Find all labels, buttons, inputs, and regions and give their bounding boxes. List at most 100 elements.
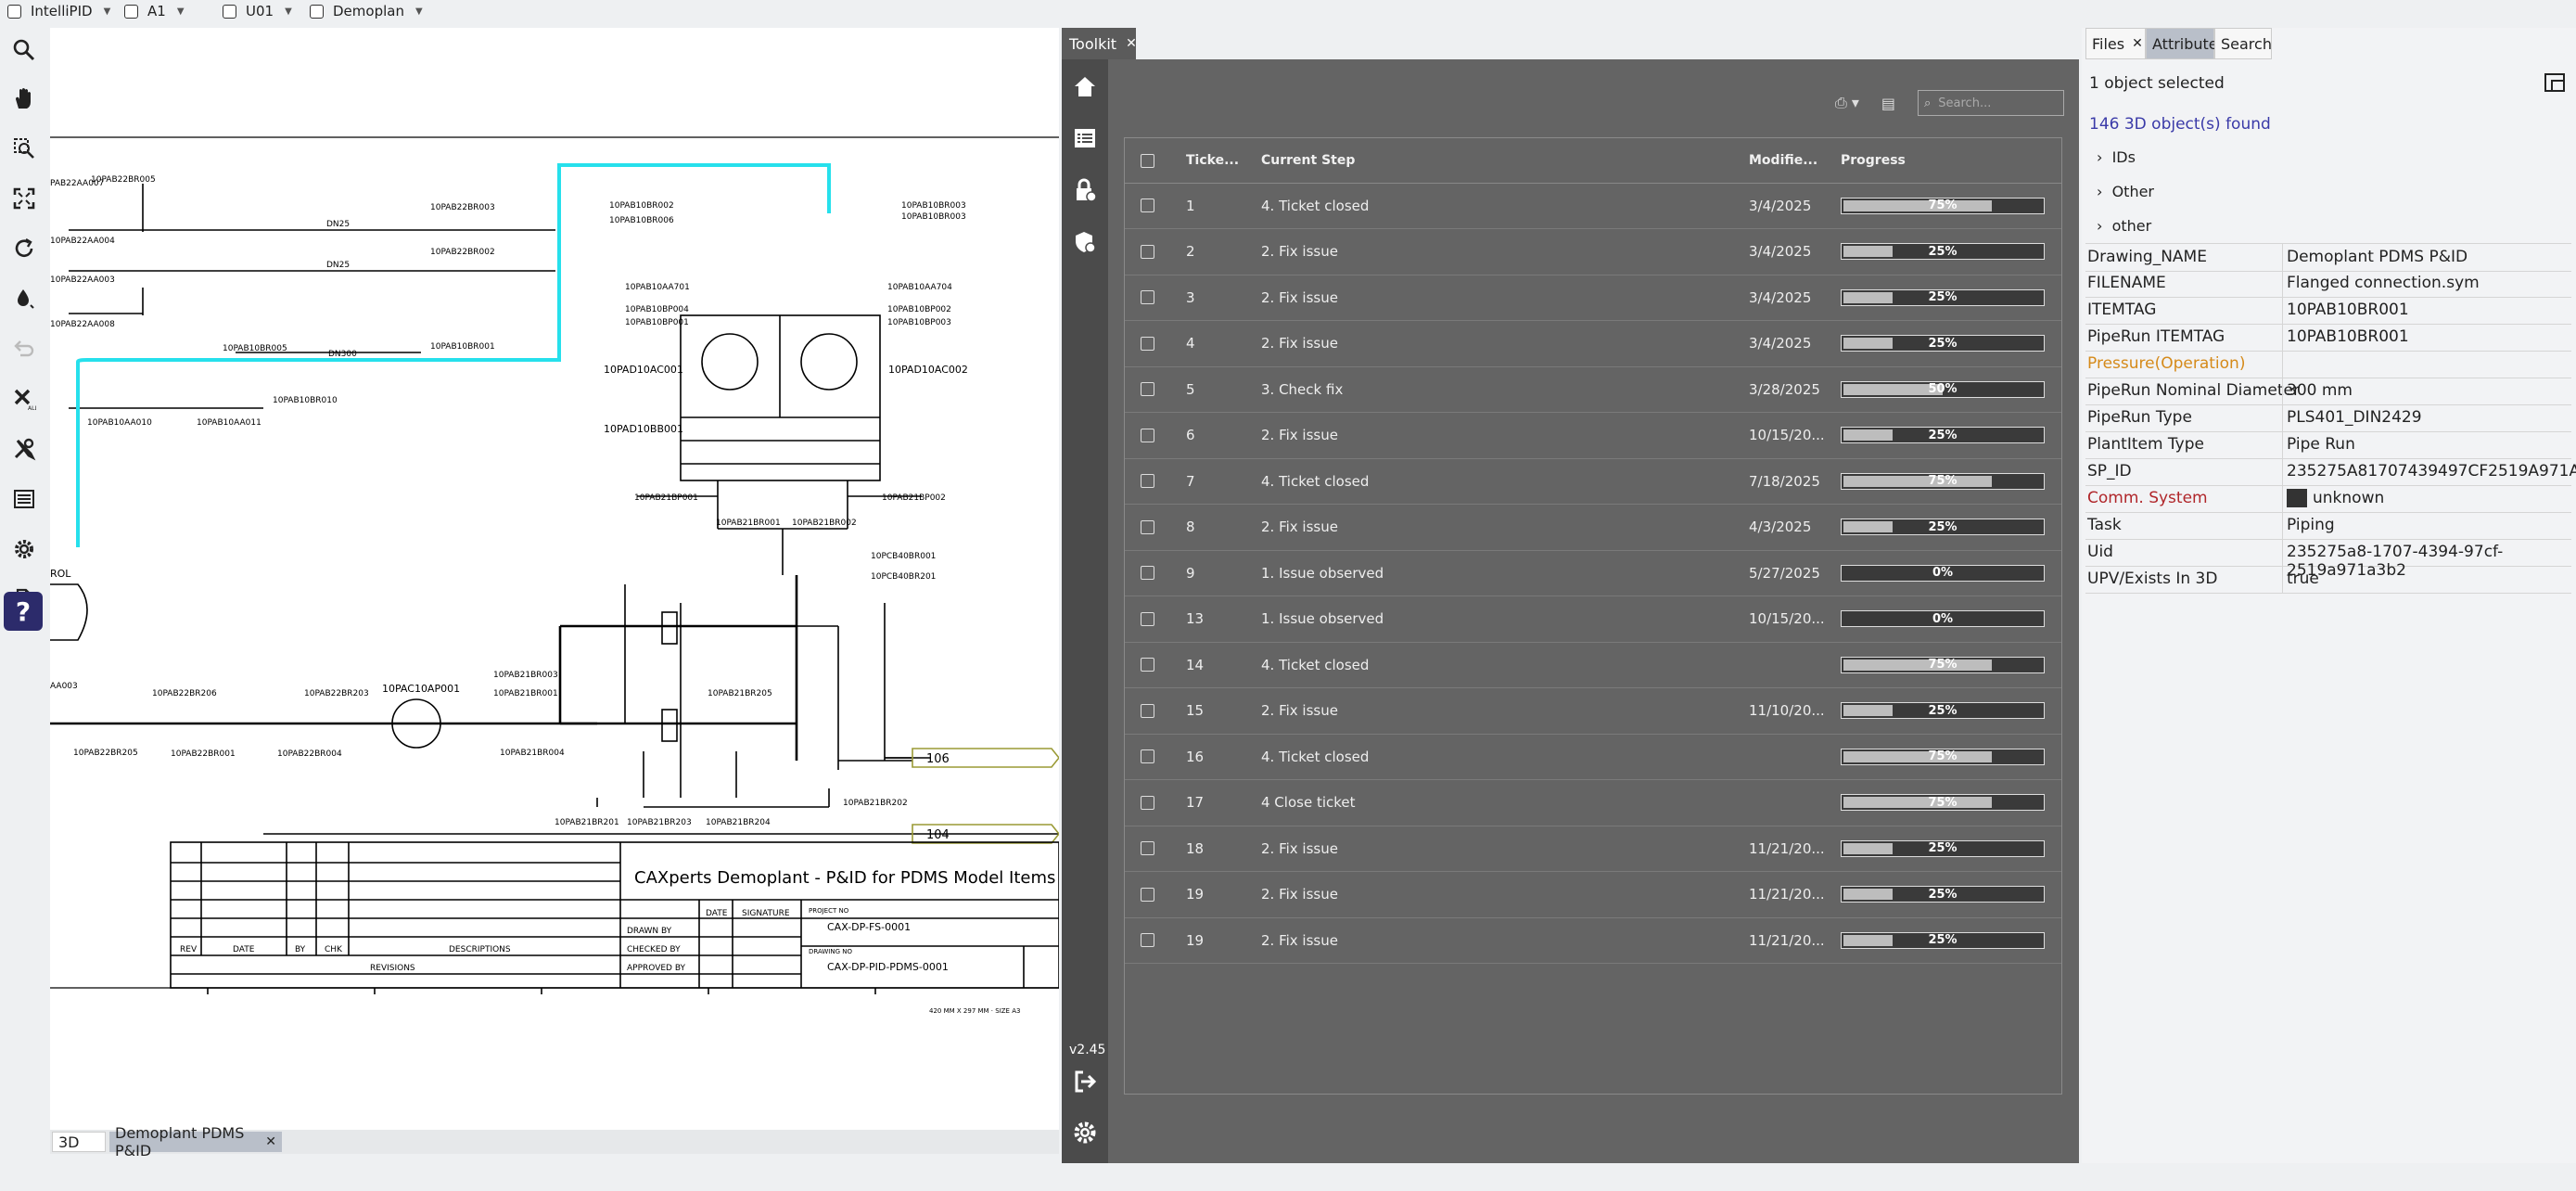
dropdown-label: A1 <box>147 3 166 19</box>
row-checkbox[interactable] <box>1141 413 1154 458</box>
tab-3d[interactable]: 3D <box>52 1132 106 1152</box>
dropdown-plan[interactable]: Demoplan ▼ <box>310 2 423 20</box>
table-row[interactable]: 16 4. Ticket closed 75% <box>1125 734 2061 780</box>
attribute-row[interactable]: PlantItem Type Pipe Run <box>2085 431 2571 459</box>
table-row[interactable]: 8 2. Fix issue 4/3/2025 25% <box>1125 505 2061 551</box>
table-row[interactable]: 19 2. Fix issue 11/21/20... 25% <box>1125 917 2061 964</box>
col-current-step[interactable]: Current Step <box>1261 138 1355 183</box>
logout-icon[interactable] <box>1069 1066 1101 1097</box>
search-icon[interactable] <box>6 32 43 69</box>
table-row[interactable]: 6 2. Fix issue 10/15/20... 25% <box>1125 413 2061 459</box>
attribute-row[interactable]: PipeRun ITEMTAG 10PAB10BR001 <box>2085 324 2571 352</box>
row-checkbox[interactable] <box>1141 321 1154 366</box>
fit-to-screen-icon[interactable] <box>6 180 43 217</box>
tree-other[interactable]: › Other <box>2097 183 2154 200</box>
dropdown-area[interactable]: A1 ▼ <box>124 2 185 20</box>
pid-drawing[interactable]: 10PAB22BR005 10PAB22BR003 10PAB22BR002 D… <box>50 28 1059 1130</box>
col-modified[interactable]: Modifie... <box>1749 138 1817 183</box>
offpage-104[interactable]: 104 <box>926 828 950 842</box>
attribute-row[interactable]: PipeRun Type PLS401_DIN2429 <box>2085 404 2571 432</box>
checkbox[interactable] <box>124 4 138 19</box>
table-row[interactable]: 17 4 Close ticket 75% <box>1125 780 2061 826</box>
attribute-row[interactable]: Uid 235275a8-1707-4394-97cf-2519a971a3b2 <box>2085 539 2571 580</box>
row-checkbox[interactable] <box>1141 275 1154 320</box>
table-row[interactable]: 18 2. Fix issue 11/21/20... 25% <box>1125 826 2061 872</box>
cell-modified: 11/21/20... <box>1749 931 1825 949</box>
attribute-row[interactable]: UPV/Exists In 3D true <box>2085 566 2571 594</box>
table-row[interactable]: 13 1. Issue observed 10/15/20... 0% <box>1125 596 2061 643</box>
checkbox[interactable] <box>223 4 236 19</box>
col-progress[interactable]: Progress <box>1841 138 1906 183</box>
table-row[interactable]: 19 2. Fix issue 11/21/20... 25% <box>1125 872 2061 918</box>
attribute-row[interactable]: Task Piping <box>2085 512 2571 540</box>
checkbox[interactable] <box>310 4 324 19</box>
col-ticket[interactable]: Ticke... <box>1186 138 1239 183</box>
home-icon[interactable] <box>1069 70 1101 102</box>
table-row[interactable]: 3 2. Fix issue 3/4/2025 25% <box>1125 275 2061 321</box>
close-icon[interactable]: ✕ <box>2132 36 2143 51</box>
row-checkbox[interactable] <box>1141 366 1154 412</box>
clear-all-icon[interactable]: ALL <box>6 380 43 417</box>
settings-icon[interactable] <box>6 531 43 568</box>
cell-modified: 3/4/2025 <box>1749 288 1812 306</box>
row-checkbox[interactable] <box>1141 550 1154 596</box>
table-row[interactable]: 1 4. Ticket closed 3/4/2025 75% <box>1125 183 2061 229</box>
row-checkbox[interactable] <box>1141 229 1154 275</box>
row-checkbox[interactable] <box>1141 458 1154 504</box>
table-row[interactable]: 7 4. Ticket closed 7/18/2025 75% <box>1125 458 2061 505</box>
attribute-row[interactable]: FILENAME Flanged connection.sym <box>2085 270 2571 298</box>
tree-ids[interactable]: › IDs <box>2097 148 2136 166</box>
row-checkbox[interactable] <box>1141 872 1154 917</box>
attribute-row[interactable]: Pressure(Operation) <box>2085 351 2571 378</box>
tools-icon[interactable] <box>6 430 43 467</box>
table-row[interactable]: 14 4. Ticket closed 75% <box>1125 642 2061 688</box>
row-checkbox[interactable] <box>1141 826 1154 871</box>
export-icon[interactable]: ⎙ ▾ <box>1835 94 1859 112</box>
table-row[interactable]: 4 2. Fix issue 3/4/2025 25% <box>1125 321 2061 367</box>
attribute-row[interactable]: SP_ID 235275A81707439497CF2519A971A3B2 <box>2085 458 2576 486</box>
color-fill-icon[interactable] <box>6 280 43 317</box>
select-all-checkbox[interactable] <box>1141 138 1154 183</box>
help-icon[interactable]: ? <box>4 592 43 631</box>
dropdown-plant[interactable]: IntelliPID ▼ <box>7 2 110 20</box>
attribute-row[interactable]: ITEMTAG 10PAB10BR001 <box>2085 297 2571 325</box>
table-row[interactable]: 9 1. Issue observed 5/27/2025 0% <box>1125 550 2061 596</box>
checkbox[interactable] <box>7 4 21 19</box>
attribute-row[interactable]: Drawing_NAME Demoplant PDMS P&ID <box>2085 243 2571 272</box>
close-icon[interactable]: ✕ <box>1126 36 1137 51</box>
row-checkbox[interactable] <box>1141 183 1154 228</box>
expand-icon[interactable] <box>2544 72 2568 98</box>
hand-pan-icon[interactable] <box>6 80 43 117</box>
shield-settings-icon[interactable] <box>1069 226 1101 258</box>
row-checkbox[interactable] <box>1141 596 1154 642</box>
close-icon[interactable]: ✕ <box>265 1134 276 1149</box>
columns-icon[interactable]: ▤ <box>1881 95 1895 112</box>
refresh-icon[interactable] <box>6 230 43 267</box>
zoom-window-icon[interactable] <box>6 130 43 167</box>
search-input[interactable]: ⌕ Search... <box>1918 90 2064 116</box>
table-row[interactable]: 5 3. Check fix 3/28/2025 50% <box>1125 366 2061 413</box>
tab-toolkit[interactable]: Toolkit ✕ <box>1062 28 1137 59</box>
row-checkbox[interactable] <box>1141 917 1154 963</box>
row-checkbox[interactable] <box>1141 780 1154 826</box>
row-checkbox[interactable] <box>1141 734 1154 779</box>
tree-other-lower[interactable]: › other <box>2097 217 2151 235</box>
attribute-row[interactable]: PipeRun Nominal Diameter 300 mm <box>2085 378 2571 405</box>
tab-pid[interactable]: Demoplant PDMS P&ID ✕ <box>109 1124 282 1159</box>
tab-files[interactable]: Files ✕ <box>2085 28 2146 59</box>
attribute-row[interactable]: Comm. System unknown <box>2085 485 2571 513</box>
row-checkbox[interactable] <box>1141 505 1154 550</box>
offpage-106[interactable]: 106 <box>926 752 950 766</box>
list-icon[interactable] <box>6 480 43 518</box>
ticket-list-icon[interactable] <box>1069 122 1101 154</box>
table-row[interactable]: 15 2. Fix issue 11/10/20... 25% <box>1125 688 2061 735</box>
gear-icon[interactable] <box>1069 1117 1101 1148</box>
row-checkbox[interactable] <box>1141 642 1154 687</box>
tab-search[interactable]: Search <box>2214 28 2272 59</box>
found-objects-link[interactable]: 146 3D object(s) found <box>2089 115 2271 134</box>
row-checkbox[interactable] <box>1141 688 1154 734</box>
lock-icon[interactable] <box>1069 174 1101 206</box>
dropdown-unit[interactable]: U01 ▼ <box>223 2 292 20</box>
table-row[interactable]: 2 2. Fix issue 3/4/2025 25% <box>1125 229 2061 275</box>
tab-attributes[interactable]: Attributes <box>2146 28 2225 59</box>
